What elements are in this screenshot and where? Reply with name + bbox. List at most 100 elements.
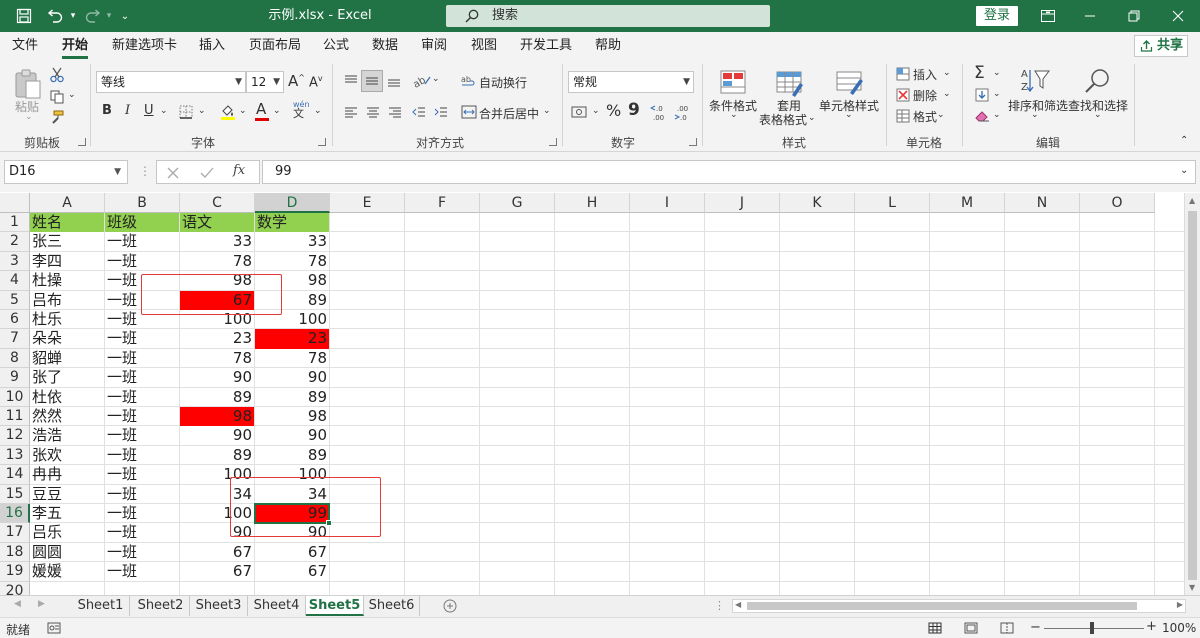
format-painter-icon[interactable]	[48, 108, 66, 126]
zoom-in-button[interactable]: +	[1146, 619, 1157, 634]
tab-home[interactable]: 开始	[62, 32, 89, 60]
expand-formula-bar-icon[interactable]: ⌄	[1180, 165, 1188, 176]
align-center-icon[interactable]	[364, 103, 382, 121]
zoom-level[interactable]: 100%	[1162, 621, 1196, 635]
fill-color-icon[interactable]	[219, 103, 237, 121]
name-box[interactable]: D16 ▼	[4, 160, 128, 184]
align-top-icon[interactable]	[342, 72, 360, 90]
column-header[interactable]: J	[705, 193, 780, 213]
font-launcher-icon[interactable]	[318, 138, 326, 146]
column-header[interactable]: C	[180, 193, 255, 213]
table-cell[interactable]: 98	[255, 407, 329, 426]
format-cells-button[interactable]: 格式	[913, 108, 937, 125]
table-cell[interactable]: 张三	[30, 232, 104, 251]
restore-icon[interactable]	[1122, 0, 1146, 32]
row-header[interactable]: 1	[0, 213, 30, 233]
increase-decimal-icon[interactable]: .0.00	[650, 102, 670, 122]
normal-view-icon[interactable]	[926, 620, 944, 636]
fill-handle[interactable]	[326, 520, 332, 527]
select-all-corner[interactable]	[0, 193, 30, 213]
zoom-slider[interactable]	[1044, 628, 1144, 629]
table-cell[interactable]: 23	[180, 329, 254, 348]
scroll-down-icon[interactable]: ▼	[1189, 583, 1195, 592]
table-cell[interactable]: 一班	[105, 271, 179, 290]
table-cell[interactable]: 90	[180, 523, 254, 542]
sort-filter-dropdown-icon[interactable]: ⌄	[1031, 110, 1039, 120]
scroll-left-icon[interactable]: ◀	[735, 600, 741, 609]
grow-font-button[interactable]: A^	[288, 72, 305, 90]
redo-icon[interactable]	[80, 0, 106, 32]
decrease-decimal-icon[interactable]: .00.0	[674, 102, 694, 122]
table-cell[interactable]: 89	[255, 291, 329, 310]
header-cell[interactable]: 数学	[255, 213, 329, 233]
tab-review[interactable]: 审阅	[421, 32, 447, 60]
insert-cells-button[interactable]: 插入	[913, 66, 937, 83]
column-header[interactable]: M	[930, 193, 1005, 213]
header-cell[interactable]: 班级	[105, 213, 179, 233]
sheet-tab[interactable]: Sheet4	[248, 596, 306, 616]
table-cell[interactable]: 100	[180, 504, 254, 523]
formula-input[interactable]: 99	[262, 160, 1196, 184]
save-icon[interactable]	[12, 0, 36, 32]
table-cell[interactable]: 89	[180, 446, 254, 465]
table-cell[interactable]: 一班	[105, 407, 179, 426]
align-bottom-icon[interactable]	[385, 72, 403, 90]
close-icon[interactable]	[1166, 0, 1190, 32]
table-cell[interactable]: 张欢	[30, 446, 104, 465]
conditional-format-dropdown-icon[interactable]: ⌄	[730, 110, 738, 120]
insert-cells-icon[interactable]	[895, 66, 911, 82]
table-cell[interactable]: 67	[255, 543, 329, 562]
worksheet-grid[interactable]: A B C D E F G H I J K L M N O 1 2 3 4 5 6 7 8 9 10 11 12 13 14 15 16 17…	[0, 193, 1184, 598]
sort-filter-icon[interactable]: AZ	[1018, 66, 1052, 96]
comma-style-button[interactable]: 9	[628, 100, 640, 120]
table-cell[interactable]: 然然	[30, 407, 104, 426]
tab-insert[interactable]: 插入	[199, 32, 225, 60]
row-header[interactable]: 15	[0, 484, 30, 504]
table-cell[interactable]: 一班	[105, 388, 179, 407]
table-cell[interactable]: 98	[255, 271, 329, 290]
page-break-view-icon[interactable]	[998, 620, 1016, 636]
table-cell[interactable]: 89	[180, 388, 254, 407]
table-cell[interactable]: 李四	[30, 252, 104, 271]
next-sheet-icon[interactable]: ▶	[38, 599, 45, 609]
sheet-tab[interactable]: Sheet6	[364, 596, 420, 616]
add-sheet-icon[interactable]	[442, 598, 458, 614]
table-cell[interactable]: 一班	[105, 310, 179, 329]
font-name-select[interactable]: 等线 ▼	[96, 71, 246, 93]
format-as-table-label-2[interactable]: 表格格式	[759, 111, 807, 128]
accounting-format-icon[interactable]	[570, 103, 590, 121]
orientation-icon[interactable]: ab	[411, 71, 433, 89]
search-box[interactable]: 搜索	[446, 5, 770, 27]
row-header[interactable]: 14	[0, 465, 30, 485]
tab-help[interactable]: 帮助	[595, 32, 621, 60]
align-left-icon[interactable]	[342, 103, 360, 121]
table-cell[interactable]: 一班	[105, 485, 179, 504]
table-cell[interactable]: 媛媛	[30, 562, 104, 581]
cell-styles-dropdown-icon[interactable]: ⌄	[845, 110, 853, 120]
wrap-text-icon[interactable]: ab	[460, 72, 478, 90]
underline-dropdown-icon[interactable]: ⌄	[160, 106, 168, 116]
column-header[interactable]: G	[480, 193, 555, 213]
horizontal-scroll-thumb[interactable]	[747, 602, 1137, 610]
font-size-select[interactable]: 12 ▼	[246, 71, 284, 93]
copy-dropdown-icon[interactable]: ⌄	[68, 90, 76, 100]
autosum-icon[interactable]: Σ	[974, 63, 985, 83]
cancel-icon[interactable]	[165, 165, 181, 181]
tab-formulas[interactable]: 公式	[323, 32, 349, 60]
increase-indent-icon[interactable]	[432, 103, 450, 121]
column-header[interactable]: E	[330, 193, 405, 213]
row-header[interactable]: 16	[0, 504, 30, 524]
borders-dropdown-icon[interactable]: ⌄	[198, 106, 206, 116]
row-header[interactable]: 17	[0, 523, 30, 543]
table-cell[interactable]: 一班	[105, 291, 179, 310]
align-middle-icon[interactable]	[361, 70, 383, 92]
font-color-button[interactable]: A	[255, 100, 269, 121]
table-cell[interactable]: 杜操	[30, 271, 104, 290]
tab-developer[interactable]: 开发工具	[520, 32, 572, 60]
find-select-dropdown-icon[interactable]: ⌄	[1094, 110, 1102, 120]
minimize-icon[interactable]	[1078, 0, 1102, 32]
column-header[interactable]: I	[630, 193, 705, 213]
table-cell[interactable]: 杜乐	[30, 310, 104, 329]
table-cell[interactable]: 一班	[105, 329, 179, 348]
fill-dropdown-icon[interactable]: ⌄	[993, 89, 1001, 99]
